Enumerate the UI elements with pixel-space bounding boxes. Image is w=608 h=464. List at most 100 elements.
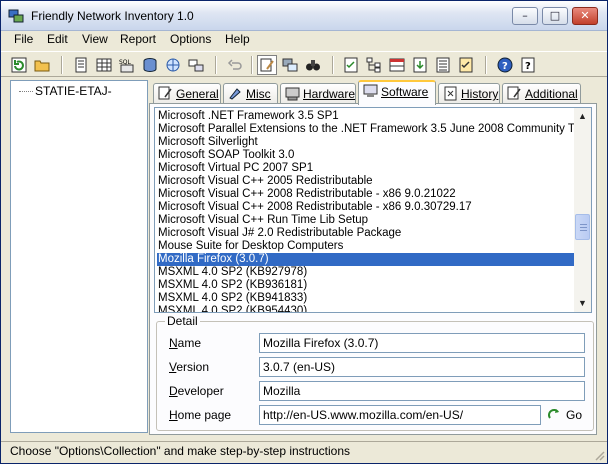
tab-additional[interactable]: Additional [502,83,581,104]
scroll-down-button[interactable]: ▼ [574,295,591,312]
homepage-label-rest: ome page [177,408,232,422]
toolbar-separator [485,56,487,74]
maximize-button[interactable]: □ [542,7,568,25]
open-folder-icon[interactable] [32,55,52,75]
go-button[interactable]: Go [545,405,585,425]
software-list[interactable]: Microsoft .NET Framework 3.5 SP1 Microso… [154,107,592,313]
version-label-rest: ersion [176,360,210,374]
list-item[interactable]: Microsoft Visual C++ 2008 Redistributabl… [157,201,575,214]
menu-file[interactable]: File [12,32,35,46]
app-icon [8,9,24,23]
tab-history[interactable]: History [438,83,500,104]
status-bar: Choose "Options\Collection" and make ste… [1,441,607,463]
toolbar-separator [215,56,217,74]
title-bar[interactable]: Friendly Network Inventory 1.0 – □ ✕ [1,1,607,31]
grid-icon[interactable] [387,55,407,75]
network-scan-icon[interactable] [163,55,183,75]
detail-group: Detail Name Mozilla Firefox (3.0.7) Vers… [156,314,594,431]
developer-label-accel: D [169,384,178,398]
collect-icon[interactable] [410,55,430,75]
list-item[interactable]: Microsoft Visual C++ 2005 Redistributabl… [157,175,575,188]
tab-software-label: Software [381,85,429,99]
developer-label-rest: eveloper [177,384,224,398]
help-icon[interactable]: ? [495,55,515,75]
list-item[interactable]: MSXML 4.0 SP2 (KB954430) [157,305,575,312]
detail-group-label: Detail [165,314,200,328]
hardware-icon [285,87,300,101]
resize-grip-icon[interactable] [593,449,605,461]
tab-additional-label: Additional [525,87,578,101]
report-icon[interactable] [71,55,91,75]
app-window: Friendly Network Inventory 1.0 – □ ✕ Fil… [0,0,608,464]
developer-label: Developer [169,384,224,398]
tab-hardware[interactable]: Hardware [280,83,356,104]
menu-report[interactable]: Report [118,32,158,46]
name-field[interactable]: Mozilla Firefox (3.0.7) [259,333,585,353]
name-label: Name [169,336,201,350]
assets-icon[interactable] [186,55,206,75]
misc-icon [229,88,241,100]
list-item[interactable]: Microsoft SOAP Toolkit 3.0 [157,149,575,162]
sql-icon[interactable]: SQL [117,55,137,75]
undo-icon[interactable] [225,55,245,75]
computer-tree[interactable]: STATIE-ETAJ- [10,80,148,433]
toolbar-separator [61,56,63,74]
list-item[interactable]: MSXML 4.0 SP2 (KB941833) [157,292,575,305]
scroll-grip [580,230,587,231]
toolbar: SQL ? ? [1,51,607,77]
tree-icon[interactable] [364,55,384,75]
tree-connector [19,91,33,92]
status-text: Choose "Options\Collection" and make ste… [10,444,351,458]
checklist-icon[interactable] [341,55,361,75]
whats-this-icon[interactable]: ? [518,55,538,75]
tree-node-root[interactable]: STATIE-ETAJ- [35,84,112,98]
toolbar-separator [332,56,334,74]
database-icon[interactable] [140,55,160,75]
tab-general[interactable]: General [153,83,221,104]
version-field[interactable]: 3.0.7 (en-US) [259,357,585,377]
window-title: Friendly Network Inventory 1.0 [31,9,194,23]
tab-history-label: History [461,87,499,101]
scroll-thumb[interactable] [575,214,590,240]
close-button[interactable]: ✕ [572,7,598,25]
scroll-grip [580,227,587,228]
menu-help[interactable]: Help [223,32,252,46]
scroll-grip [580,224,587,225]
minimize-button[interactable]: – [512,7,538,25]
list-item[interactable]: MSXML 4.0 SP2 (KB927978) [157,266,575,279]
menu-edit[interactable]: Edit [45,32,70,46]
menu-view[interactable]: View [80,32,110,46]
homepage-field[interactable]: http://en-US.www.mozilla.com/en-US/ [259,405,541,425]
svg-text:?: ? [502,61,508,72]
refresh-icon[interactable] [9,55,29,75]
software-panel: Microsoft .NET Framework 3.5 SP1 Microso… [149,103,597,435]
list-scrollbar[interactable]: ▲ ▼ [574,108,591,312]
history-icon [444,86,457,101]
additional-icon [507,86,521,100]
list-item[interactable]: MSXML 4.0 SP2 (KB936181) [157,279,575,292]
computers-icon[interactable] [280,55,300,75]
list-item[interactable]: Microsoft Silverlight [157,136,575,149]
list-item[interactable]: Microsoft Parallel Extensions to the .NE… [157,123,575,136]
tab-misc[interactable]: Misc [223,83,278,104]
table-icon[interactable] [94,55,114,75]
find-icon[interactable] [303,55,323,75]
tasks-icon[interactable] [456,55,476,75]
details-icon[interactable] [433,55,453,75]
list-item[interactable]: Microsoft Visual J# 2.0 Redistributable … [157,227,575,240]
menu-options[interactable]: Options [168,32,213,46]
list-item[interactable]: Mouse Suite for Desktop Computers [157,240,575,253]
list-item[interactable]: Microsoft Visual C++ Run Time Lib Setup [157,214,575,227]
tab-software[interactable]: Software [358,80,436,105]
list-item[interactable]: Microsoft .NET Framework 3.5 SP1 [157,110,575,123]
svg-text:?: ? [525,61,531,72]
edit-icon[interactable] [257,55,277,75]
list-item-selected[interactable]: Mozilla Firefox (3.0.7) [156,252,576,267]
developer-field[interactable]: Mozilla [259,381,585,401]
homepage-label-accel: H [169,408,178,422]
name-label-accel: N [169,336,178,350]
list-item[interactable]: Microsoft Visual C++ 2008 Redistributabl… [157,188,575,201]
list-item[interactable]: Microsoft Virtual PC 2007 SP1 [157,162,575,175]
scroll-up-button[interactable]: ▲ [574,108,591,125]
tab-hardware-label: Hardware [303,87,356,101]
